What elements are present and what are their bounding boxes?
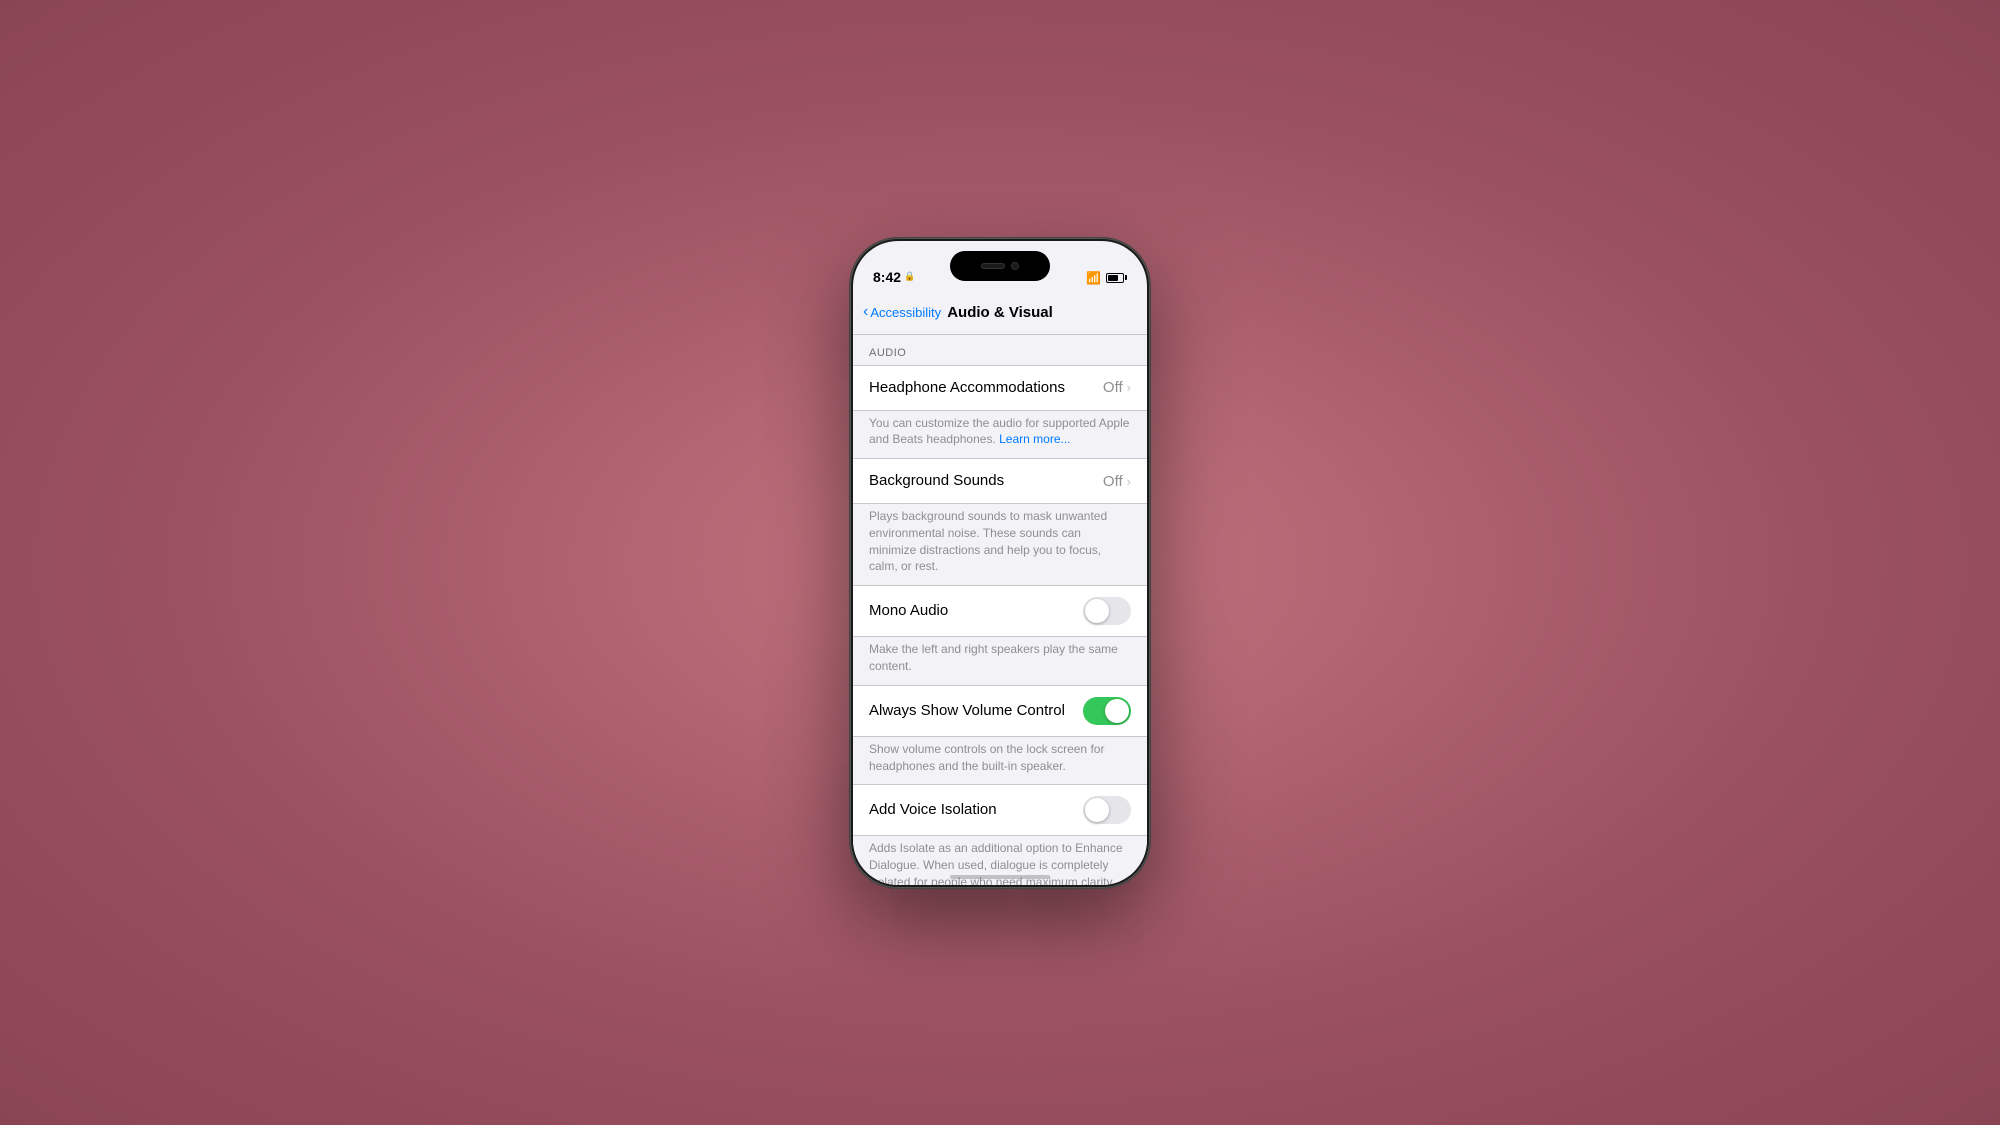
volume-control-toggle-thumb: [1105, 699, 1129, 723]
headphone-accommodations-group: Headphone Accommodations Off ›: [853, 365, 1147, 411]
back-button[interactable]: ‹ Accessibility: [863, 303, 941, 321]
volume-desc-text: Show volume controls on the lock screen …: [869, 742, 1104, 773]
headphone-accommodations-description: You can customize the audio for supporte…: [853, 411, 1147, 459]
back-chevron-icon: ‹: [863, 303, 868, 321]
background-sounds-description: Plays background sounds to mask unwanted…: [853, 504, 1147, 585]
status-time: 8:42 🔒: [873, 269, 915, 285]
row-content: Always Show Volume Control: [869, 702, 1083, 720]
battery-fill: [1108, 275, 1118, 281]
row-content: Mono Audio: [869, 602, 1083, 620]
back-label: Accessibility: [870, 305, 941, 320]
background-sounds-label: Background Sounds: [869, 472, 1103, 490]
background-sounds-group: Background Sounds Off ›: [853, 458, 1147, 504]
row-content: Background Sounds: [869, 472, 1103, 490]
battery-body: [1106, 273, 1124, 283]
volume-control-toggle[interactable]: [1083, 697, 1131, 725]
headphone-accommodations-value: Off: [1103, 379, 1123, 396]
volume-control-label: Always Show Volume Control: [869, 702, 1083, 720]
voice-isolation-toggle[interactable]: [1083, 796, 1131, 824]
background-sounds-row[interactable]: Background Sounds Off ›: [853, 459, 1147, 503]
wifi-icon: 📶: [1086, 271, 1101, 285]
battery-tip: [1125, 275, 1127, 280]
headphone-accommodations-right: Off ›: [1103, 379, 1131, 396]
mono-audio-toggle[interactable]: [1083, 597, 1131, 625]
volume-control-row: Always Show Volume Control: [853, 686, 1147, 736]
background-sounds-chevron: ›: [1127, 474, 1131, 489]
page-title: Audio & Visual: [947, 304, 1053, 321]
mono-audio-toggle-thumb: [1085, 599, 1109, 623]
phone-screen: 8:42 🔒 📶 ‹ Accessibility: [853, 241, 1147, 885]
mono-audio-group: Mono Audio: [853, 585, 1147, 637]
lock-icon: 🔒: [904, 271, 915, 282]
voice-isolation-group: Add Voice Isolation: [853, 784, 1147, 836]
voice-isolation-toggle-thumb: [1085, 798, 1109, 822]
mono-audio-description: Make the left and right speakers play th…: [853, 637, 1147, 685]
time-label: 8:42: [873, 269, 901, 285]
learn-more-label[interactable]: Learn more...: [999, 432, 1070, 446]
phone-body: 8:42 🔒 📶 ‹ Accessibility: [850, 238, 1150, 888]
mono-audio-row: Mono Audio: [853, 586, 1147, 636]
phone-device: 8:42 🔒 📶 ‹ Accessibility: [850, 238, 1150, 888]
learn-more-link[interactable]: Learn more...: [999, 432, 1070, 446]
headphone-accommodations-chevron: ›: [1127, 380, 1131, 395]
row-content: Headphone Accommodations: [869, 379, 1103, 397]
mono-desc-text: Make the left and right speakers play th…: [869, 642, 1118, 673]
dynamic-island: [950, 251, 1050, 281]
row-content: Add Voice Isolation: [869, 801, 1083, 819]
home-indicator: [950, 875, 1050, 879]
content-area: AUDIO Headphone Accommodations Off ›: [853, 335, 1147, 885]
battery-icon: [1106, 273, 1127, 283]
background-sounds-value: Off: [1103, 473, 1123, 490]
volume-control-description: Show volume controls on the lock screen …: [853, 737, 1147, 785]
volume-control-group: Always Show Volume Control: [853, 685, 1147, 737]
audio-header-label: AUDIO: [869, 347, 906, 359]
audio-section-header: AUDIO: [853, 335, 1147, 365]
navigation-bar: ‹ Accessibility Audio & Visual: [853, 291, 1147, 335]
mono-audio-label: Mono Audio: [869, 602, 1083, 620]
status-indicators: 📶: [1086, 271, 1127, 285]
headphone-accommodations-row[interactable]: Headphone Accommodations Off ›: [853, 366, 1147, 410]
voice-isolation-label: Add Voice Isolation: [869, 801, 1083, 819]
di-camera: [1011, 262, 1019, 270]
di-speaker: [981, 263, 1005, 269]
background-sounds-right: Off ›: [1103, 473, 1131, 490]
headphone-accommodations-label: Headphone Accommodations: [869, 379, 1103, 397]
voice-isolation-row: Add Voice Isolation: [853, 785, 1147, 835]
background-desc-text: Plays background sounds to mask unwanted…: [869, 509, 1107, 573]
